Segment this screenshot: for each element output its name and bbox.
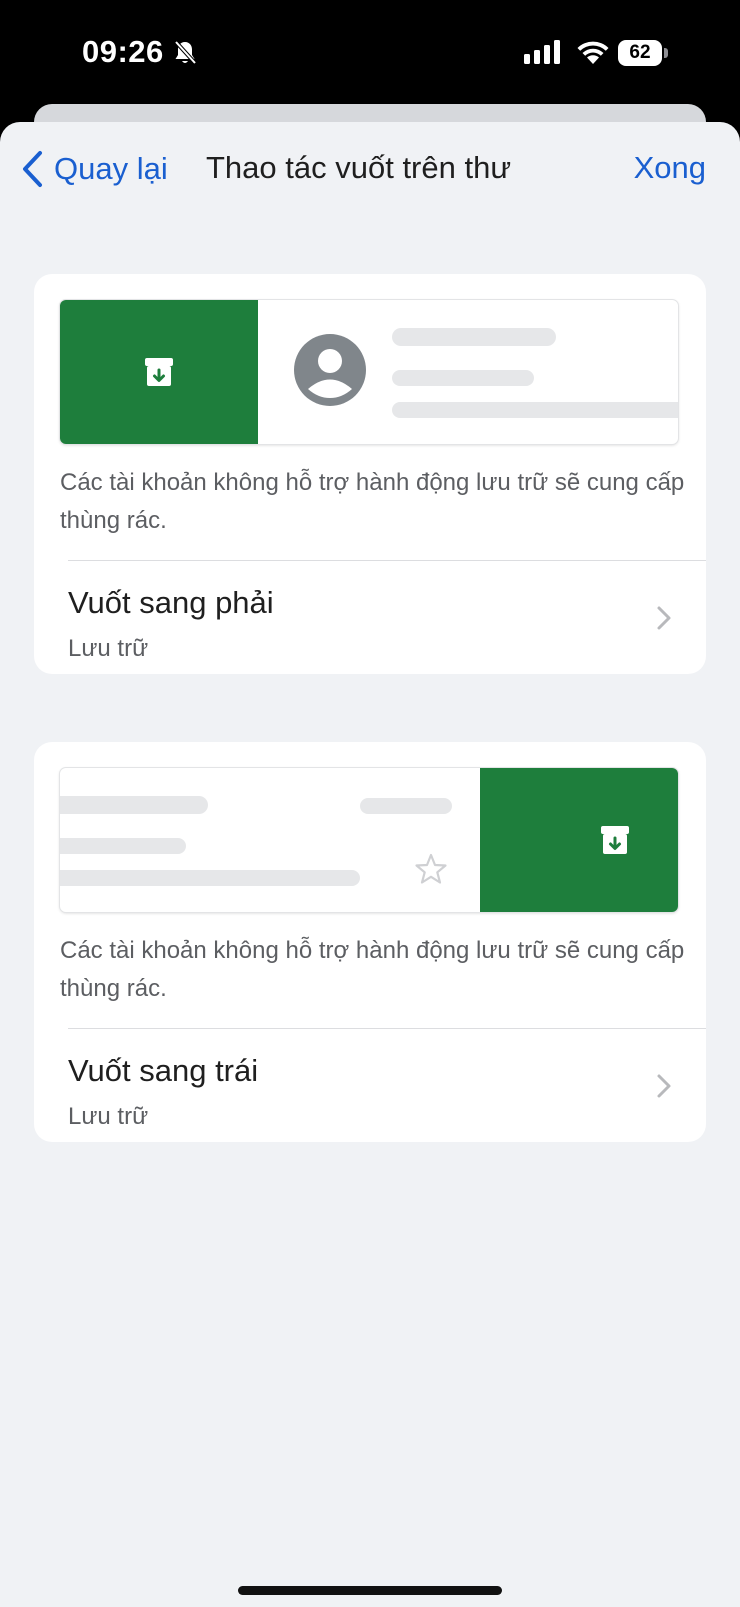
placeholder-line: [392, 402, 678, 418]
swipe-right-note: Các tài khoản không hỗ trợ hành động lưu…: [60, 469, 685, 534]
swipe-right-preview: [60, 300, 678, 444]
swipe-left-note: Các tài khoản không hỗ trợ hành động lưu…: [60, 937, 685, 1002]
signal-icon: [524, 40, 562, 69]
battery-icon: 62: [618, 40, 668, 66]
swipe-right-title: Vuốt sang phải: [68, 585, 274, 620]
swipe-action-background: [480, 768, 678, 912]
placeholder-line: [360, 798, 452, 814]
battery-percent: 62: [629, 42, 651, 63]
wifi-icon: [576, 38, 610, 71]
status-time: 09:26: [82, 34, 164, 69]
swipe-action-background: [60, 300, 258, 444]
placeholder-line: [60, 870, 360, 886]
bell-slash-icon: [174, 40, 197, 71]
page-title: Thao tác vuốt trên thư: [206, 150, 512, 185]
avatar-icon: [294, 334, 366, 406]
swipe-right-row[interactable]: Vuốt sang phải Lưu trữ: [34, 561, 706, 674]
swipe-left-preview: [60, 768, 678, 912]
back-label: Quay lại: [54, 151, 168, 186]
swipe-left-action: Lưu trữ: [68, 1103, 149, 1130]
settings-sheet: Quay lại Thao tác vuốt trên thư Xong Các…: [0, 122, 740, 1607]
swipe-left-card: Các tài khoản không hỗ trợ hành động lưu…: [34, 742, 706, 1142]
archive-icon: [145, 358, 173, 386]
star-icon: [415, 853, 447, 884]
done-button[interactable]: Xong: [634, 150, 706, 186]
archive-icon: [601, 826, 629, 854]
placeholder-line: [60, 796, 208, 814]
swipe-left-title: Vuốt sang trái: [68, 1053, 259, 1088]
placeholder-line: [392, 328, 556, 346]
chevron-right-icon: [657, 1074, 671, 1098]
home-indicator[interactable]: [238, 1586, 502, 1595]
status-bar: 09:26 62: [0, 0, 740, 110]
placeholder-line: [392, 370, 534, 386]
chevron-right-icon: [657, 606, 671, 630]
swipe-right-card: Các tài khoản không hỗ trợ hành động lưu…: [34, 274, 706, 674]
swipe-right-action: Lưu trữ: [68, 635, 149, 662]
placeholder-line: [60, 838, 186, 854]
swipe-left-row[interactable]: Vuốt sang trái Lưu trữ: [34, 1029, 706, 1142]
chevron-left-icon: [23, 151, 42, 187]
back-button[interactable]: Quay lại: [20, 150, 168, 188]
